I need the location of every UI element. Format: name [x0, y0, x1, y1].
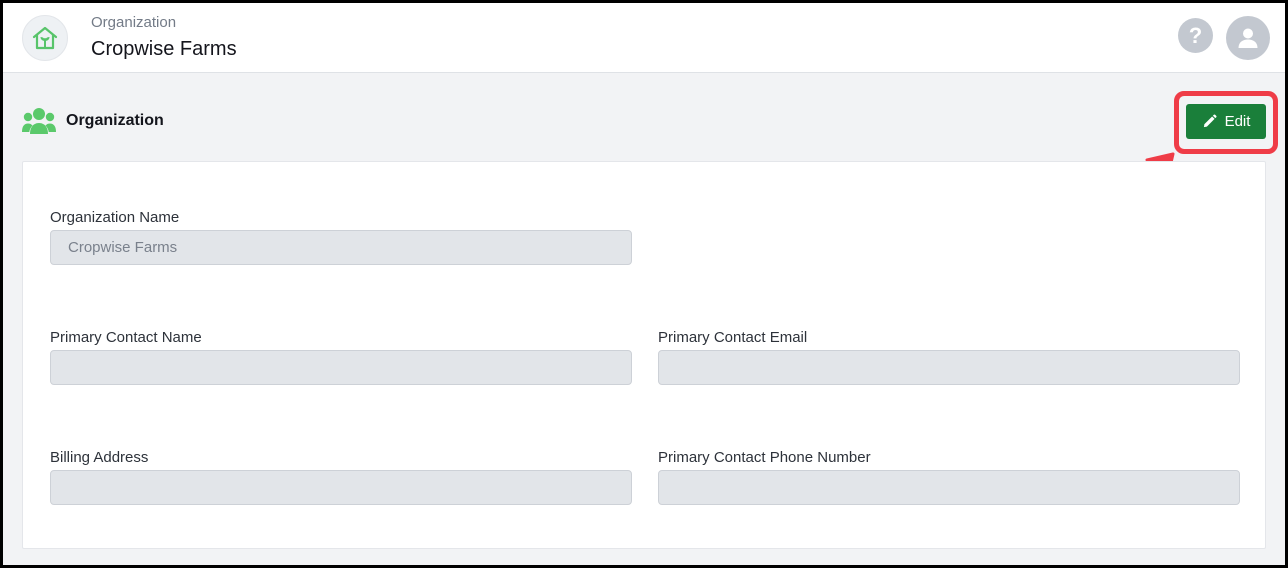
primary-contact-phone-label: Primary Contact Phone Number — [658, 449, 871, 466]
edit-button-label: Edit — [1224, 113, 1251, 130]
help-icon: ? — [1188, 22, 1203, 48]
section-title: Organization — [66, 112, 164, 129]
user-avatar[interactable] — [1226, 16, 1270, 60]
primary-contact-name-label: Primary Contact Name — [50, 329, 202, 346]
edit-button[interactable]: Edit — [1186, 104, 1266, 139]
app-frame: Organization Cropwise Farms ? Organizati… — [0, 0, 1288, 568]
billing-address-label: Billing Address — [50, 449, 149, 466]
app-header: Organization Cropwise Farms ? — [3, 3, 1285, 73]
users-icon — [22, 108, 56, 134]
pencil-icon — [1203, 114, 1217, 128]
organization-name-label: Organization Name — [50, 209, 180, 226]
help-button[interactable]: ? — [1178, 18, 1213, 53]
greenhouse-icon — [32, 26, 58, 50]
header-org-name: Cropwise Farms — [91, 38, 237, 60]
primary-contact-name-input[interactable] — [50, 350, 632, 385]
organization-name-input[interactable] — [50, 230, 632, 265]
billing-address-input[interactable] — [50, 470, 632, 505]
primary-contact-email-input[interactable] — [658, 350, 1240, 385]
user-icon — [1238, 28, 1258, 48]
primary-contact-email-label: Primary Contact Email — [658, 329, 808, 346]
primary-contact-phone-input[interactable] — [658, 470, 1240, 505]
organization-form-card: Organization Name Primary Contact Name P… — [22, 161, 1266, 549]
header-org-label: Organization — [91, 14, 177, 31]
farm-logo-icon[interactable] — [22, 15, 68, 61]
